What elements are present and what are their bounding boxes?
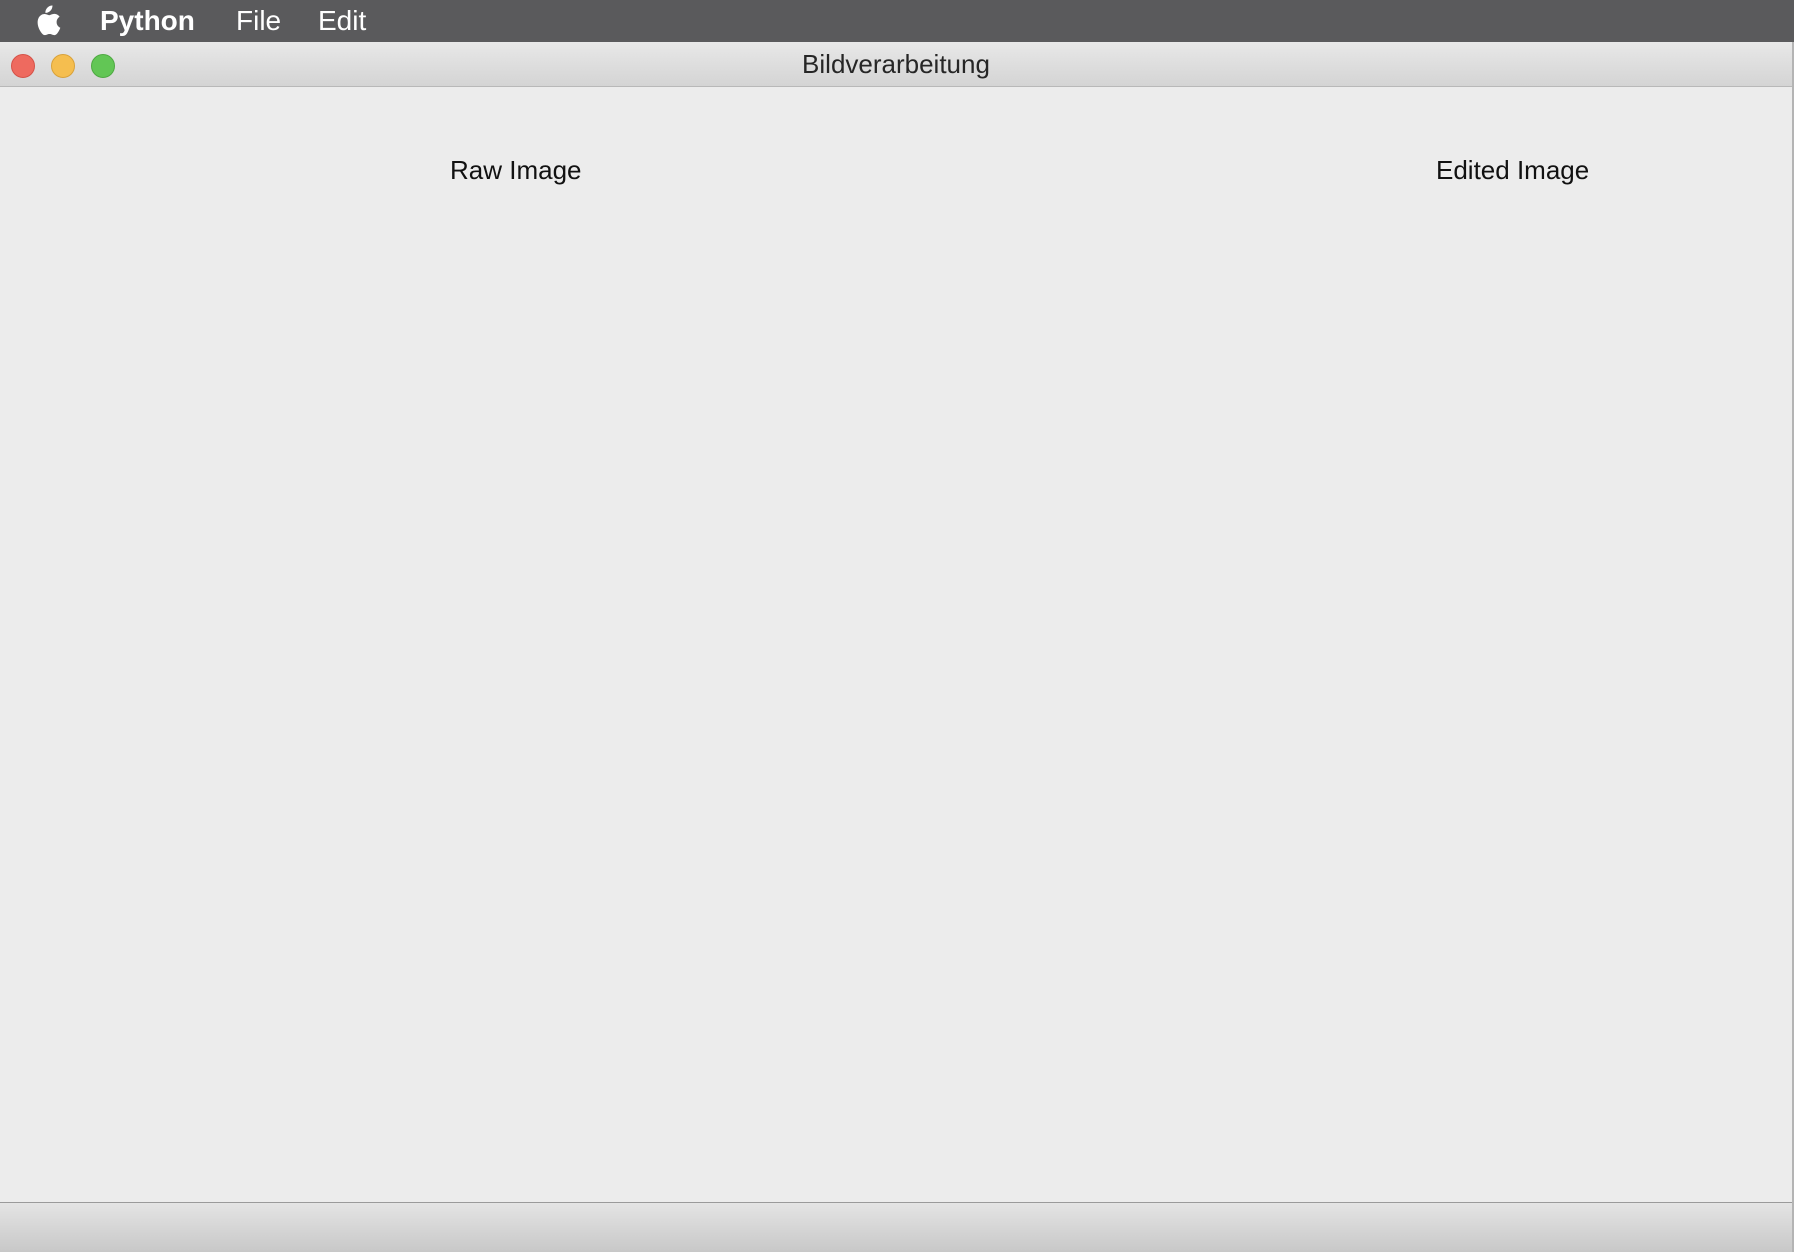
- apple-icon[interactable]: [32, 4, 62, 38]
- window-title: Bildverarbeitung: [802, 49, 990, 79]
- menu-edit[interactable]: Edit: [318, 0, 366, 42]
- edited-image-label: Edited Image: [1436, 155, 1590, 185]
- menu-app-python[interactable]: Python: [100, 0, 195, 42]
- menu-file[interactable]: File: [236, 0, 281, 42]
- menu-bar: Python File Edit: [0, 0, 1794, 42]
- window-titlebar[interactable]: Bildverarbeitung: [0, 42, 1792, 87]
- window-bottom-bar: [0, 1203, 1792, 1252]
- app-window: Bildverarbeitung Raw Image Edited Image: [0, 42, 1794, 1252]
- image-panels: Raw Image Edited Image: [0, 87, 1792, 1247]
- raw-image-label: Raw Image: [450, 155, 582, 185]
